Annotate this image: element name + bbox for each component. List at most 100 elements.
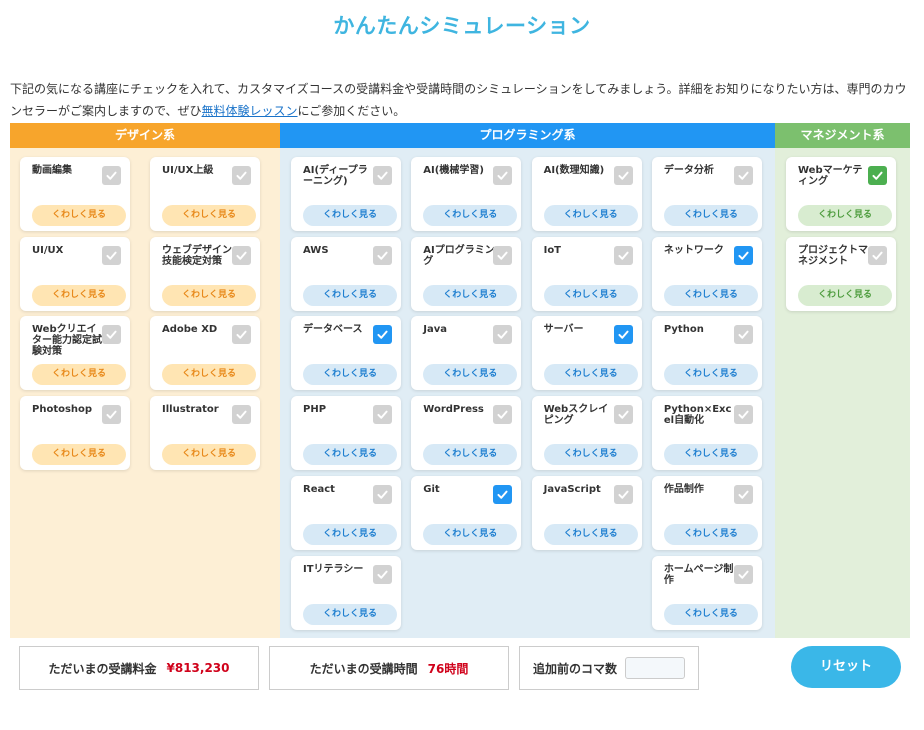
details-button[interactable]: くわしく見る [663, 444, 758, 466]
reset-button[interactable]: リセット [791, 646, 901, 688]
course-checkbox[interactable] [232, 325, 251, 345]
course-card[interactable]: ネットワーク くわしく見る [651, 236, 762, 311]
course-checkbox[interactable] [733, 166, 753, 185]
course-checkbox[interactable] [733, 484, 753, 504]
details-button[interactable]: くわしく見る [423, 444, 518, 466]
course-checkbox[interactable] [613, 484, 633, 504]
course-card[interactable]: UI/UX くわしく見る [20, 236, 130, 311]
course-card[interactable]: Illustrator くわしく見る [150, 396, 260, 471]
course-checkbox[interactable] [232, 166, 251, 185]
course-checkbox[interactable] [373, 325, 392, 345]
course-card[interactable]: Adobe XD くわしく見る [150, 316, 260, 391]
details-button[interactable]: くわしく見る [663, 603, 758, 625]
course-checkbox[interactable] [613, 405, 633, 425]
details-button[interactable]: くわしく見る [32, 444, 126, 466]
details-button[interactable]: くわしく見る [162, 284, 256, 306]
details-button[interactable]: くわしく見る [32, 364, 126, 386]
details-button[interactable]: くわしく見る [303, 444, 397, 466]
course-checkbox[interactable] [733, 405, 753, 425]
course-card[interactable]: データベース くわしく見る [291, 316, 401, 391]
course-checkbox[interactable] [373, 484, 392, 504]
details-button[interactable]: くわしく見る [303, 364, 397, 386]
course-checkbox[interactable] [102, 245, 121, 265]
details-button[interactable]: くわしく見る [303, 284, 397, 306]
lessons-count-field[interactable] [625, 657, 685, 679]
course-checkbox[interactable] [613, 325, 633, 345]
course-card[interactable]: サーバー くわしく見る [531, 316, 642, 391]
course-checkbox[interactable] [373, 564, 392, 584]
course-card[interactable]: データ分析 くわしく見る [651, 157, 762, 231]
course-card[interactable]: WordPress くわしく見る [411, 396, 522, 471]
free-trial-link[interactable]: 無料体験レッスン [202, 104, 298, 118]
course-checkbox[interactable] [613, 166, 633, 185]
details-button[interactable]: くわしく見る [303, 603, 397, 625]
course-card[interactable]: AI(ディープラーニング) くわしく見る [291, 157, 401, 231]
course-card[interactable]: 動画編集 くわしく見る [20, 157, 130, 231]
details-button[interactable]: くわしく見る [798, 284, 892, 306]
course-card[interactable]: ウェブデザイン技能検定対策 くわしく見る [150, 236, 260, 311]
details-button[interactable]: くわしく見る [423, 284, 518, 306]
course-checkbox[interactable] [493, 166, 513, 185]
course-card[interactable]: React くわしく見る [291, 475, 401, 550]
details-button[interactable]: くわしく見る [543, 444, 638, 466]
details-button[interactable]: くわしく見る [423, 205, 518, 226]
details-button[interactable]: くわしく見る [162, 205, 256, 226]
course-checkbox[interactable] [733, 564, 753, 584]
details-button[interactable]: くわしく見る [162, 444, 256, 466]
details-button[interactable]: くわしく見る [32, 205, 126, 226]
details-button[interactable]: くわしく見る [32, 284, 126, 306]
course-card[interactable]: プロジェクトマネジメント くわしく見る [786, 236, 896, 311]
course-card[interactable]: JavaScript くわしく見る [531, 475, 642, 550]
course-checkbox[interactable] [102, 405, 121, 425]
course-checkbox[interactable] [102, 325, 121, 345]
details-button[interactable]: くわしく見る [423, 364, 518, 386]
course-card[interactable]: Webスクレイピング くわしく見る [531, 396, 642, 471]
course-checkbox[interactable] [733, 245, 753, 265]
course-checkbox[interactable] [373, 405, 392, 425]
course-card[interactable]: Python くわしく見る [651, 316, 762, 391]
course-checkbox[interactable] [373, 166, 392, 185]
details-button[interactable]: くわしく見る [798, 205, 892, 226]
course-checkbox[interactable] [868, 245, 887, 265]
course-checkbox[interactable] [493, 325, 513, 345]
course-checkbox[interactable] [493, 245, 513, 265]
details-button[interactable]: くわしく見る [543, 205, 638, 226]
course-card[interactable]: Photoshop くわしく見る [20, 396, 130, 471]
details-button[interactable]: くわしく見る [663, 205, 758, 226]
course-card[interactable]: UI/UX上級 くわしく見る [150, 157, 260, 231]
course-card[interactable]: Webマーケティング くわしく見る [786, 157, 896, 231]
course-card[interactable]: AIプログラミング くわしく見る [411, 236, 522, 311]
course-checkbox[interactable] [493, 405, 513, 425]
details-button[interactable]: くわしく見る [303, 205, 397, 226]
course-card[interactable]: AI(機械学習) くわしく見る [411, 157, 522, 231]
course-checkbox[interactable] [232, 405, 251, 425]
course-checkbox[interactable] [373, 245, 392, 265]
course-card[interactable]: AWS くわしく見る [291, 236, 401, 311]
course-checkbox[interactable] [733, 325, 753, 345]
details-button[interactable]: くわしく見る [543, 523, 638, 545]
course-card[interactable]: ホームページ制作 くわしく見る [651, 555, 762, 630]
course-card[interactable]: Java くわしく見る [411, 316, 522, 391]
course-checkbox[interactable] [613, 245, 633, 265]
details-button[interactable]: くわしく見る [543, 364, 638, 386]
course-card[interactable]: ITリテラシー くわしく見る [291, 555, 401, 630]
course-card[interactable]: Webクリエイター能力認定試験対策 くわしく見る [20, 316, 130, 391]
course-checkbox[interactable] [102, 166, 121, 185]
course-checkbox[interactable] [493, 484, 513, 504]
details-button[interactable]: くわしく見る [303, 523, 397, 545]
course-card[interactable]: Git くわしく見る [411, 475, 522, 550]
course-card[interactable]: 作品制作 くわしく見る [651, 475, 762, 550]
details-button[interactable]: くわしく見る [663, 523, 758, 545]
course-card[interactable]: PHP くわしく見る [291, 396, 401, 471]
details-button[interactable]: くわしく見る [663, 364, 758, 386]
details-button[interactable]: くわしく見る [543, 284, 638, 306]
details-button[interactable]: くわしく見る [423, 523, 518, 545]
details-button[interactable]: くわしく見る [663, 284, 758, 306]
course-name: Adobe XD [162, 324, 218, 336]
details-button[interactable]: くわしく見る [162, 364, 256, 386]
course-checkbox[interactable] [868, 166, 887, 185]
course-card[interactable]: IoT くわしく見る [531, 236, 642, 311]
course-card[interactable]: Python×Excel自動化 くわしく見る [651, 396, 762, 471]
course-checkbox[interactable] [232, 245, 251, 265]
course-card[interactable]: AI(数理知識) くわしく見る [531, 157, 642, 231]
